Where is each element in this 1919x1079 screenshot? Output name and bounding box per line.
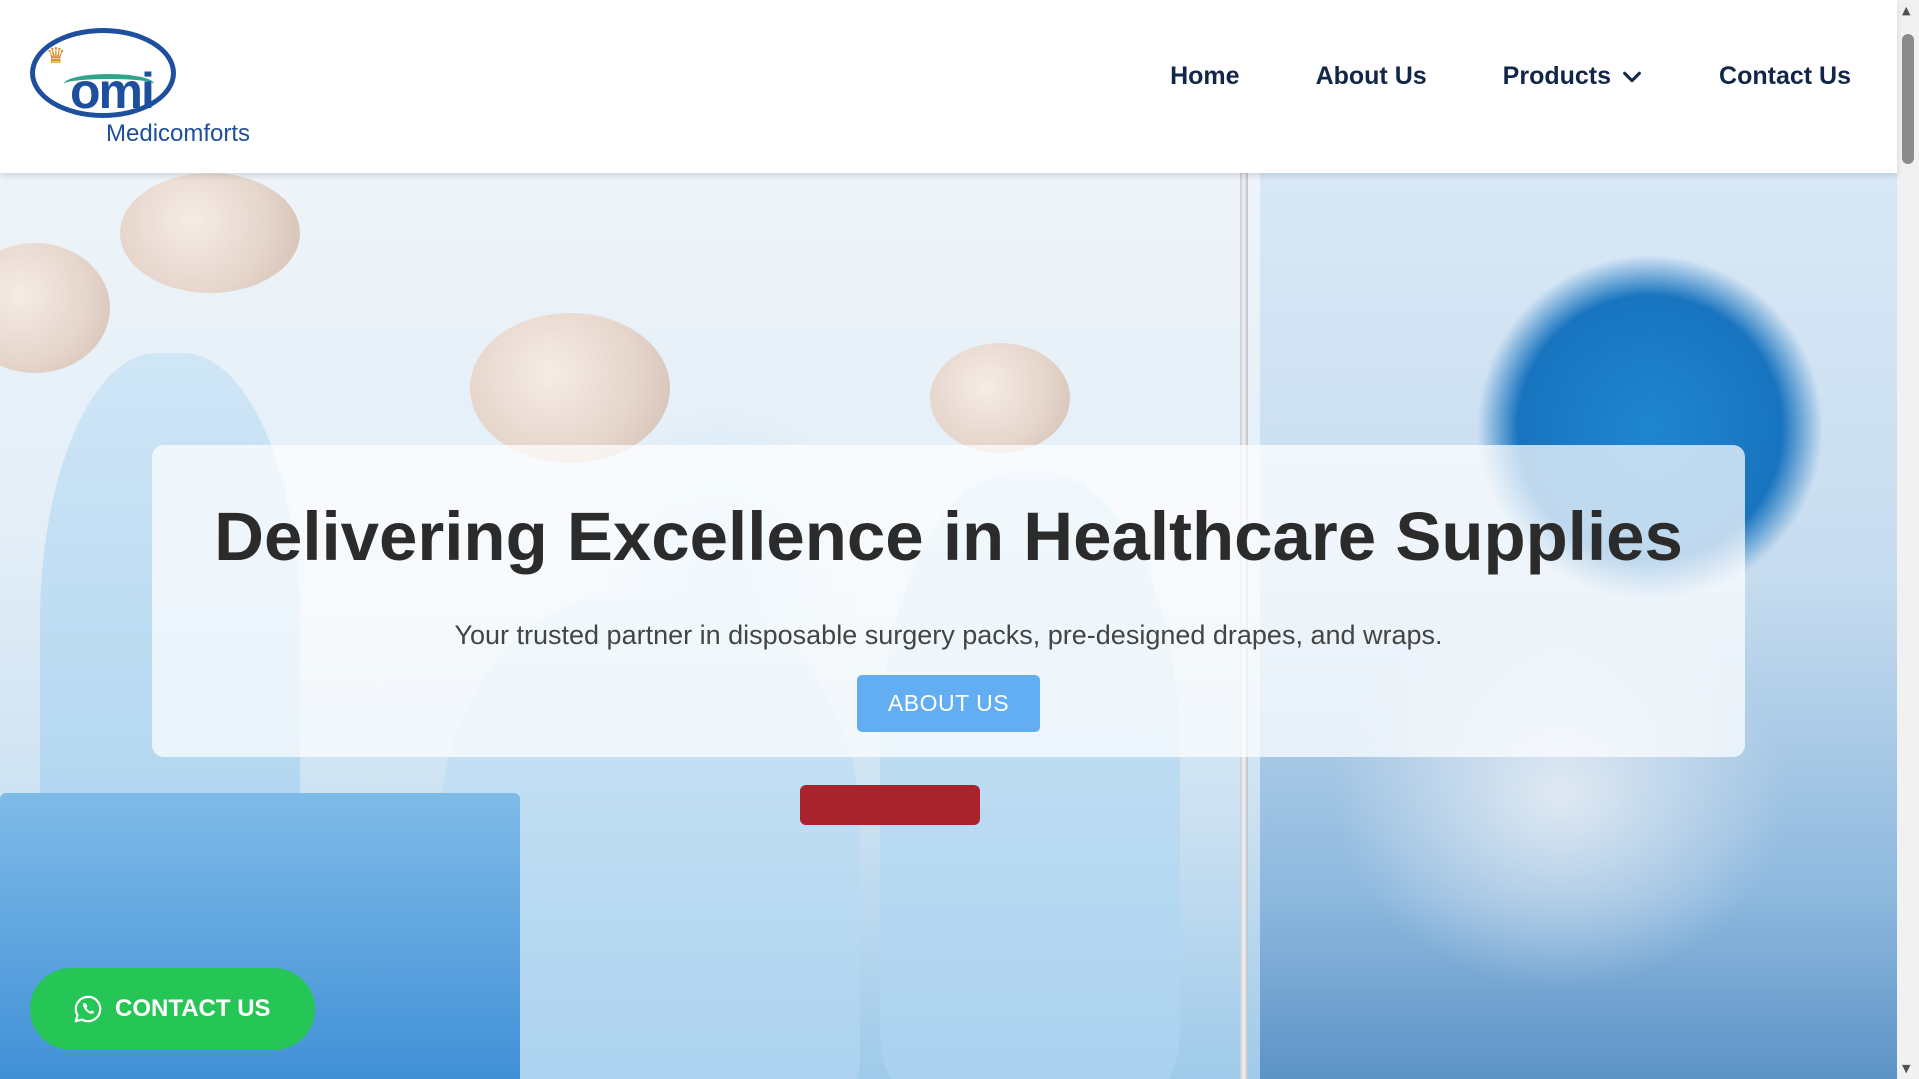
surgical-cap [120,173,300,293]
page-scrollbar[interactable]: ▲ ▼ [1897,0,1919,1079]
about-us-button[interactable]: ABOUT US [857,675,1040,732]
nav-products-label: Products [1502,62,1612,90]
logo-brand-name: Medicomforts [106,120,251,147]
site-logo[interactable]: ♛ omi Medicomforts [24,24,264,154]
site-header: ♛ omi Medicomforts Home About Us Product… [0,0,1897,173]
nav-contact-us-label: Contact Us [1719,62,1851,90]
hero-section: Delivering Excellence in Healthcare Supp… [0,173,1897,1079]
surgical-cap [0,243,110,373]
logo-mark: omi [70,63,155,119]
chevron-down-icon [1623,71,1641,82]
whatsapp-icon [74,995,102,1023]
whatsapp-contact-button[interactable]: CONTACT US [30,968,315,1050]
nav-about-us[interactable]: About Us [1316,62,1427,91]
hero-title: Delivering Excellence in Healthcare Supp… [214,498,1683,575]
whatsapp-contact-label: CONTACT US [115,995,271,1022]
crown-icon: ♛ [46,44,66,69]
surgical-cap [470,313,670,463]
nav-products[interactable]: Products [1503,62,1643,91]
scroll-down-arrow-icon[interactable]: ▼ [1902,1062,1914,1075]
surgical-cap [930,343,1070,453]
nav-contact-us[interactable]: Contact Us [1719,62,1851,91]
patient-cover [800,785,980,825]
nav-home-label: Home [1170,62,1240,90]
scrollbar-thumb[interactable] [1902,34,1914,164]
hero-overlay-card: Delivering Excellence in Healthcare Supp… [152,445,1745,757]
nav-home[interactable]: Home [1170,62,1239,91]
hero-subtitle: Your trusted partner in disposable surge… [454,620,1443,650]
scroll-up-arrow-icon[interactable]: ▲ [1902,4,1914,17]
main-nav: Home About Us Products Contact Us [1094,62,1851,91]
nav-about-us-label: About Us [1315,62,1427,90]
